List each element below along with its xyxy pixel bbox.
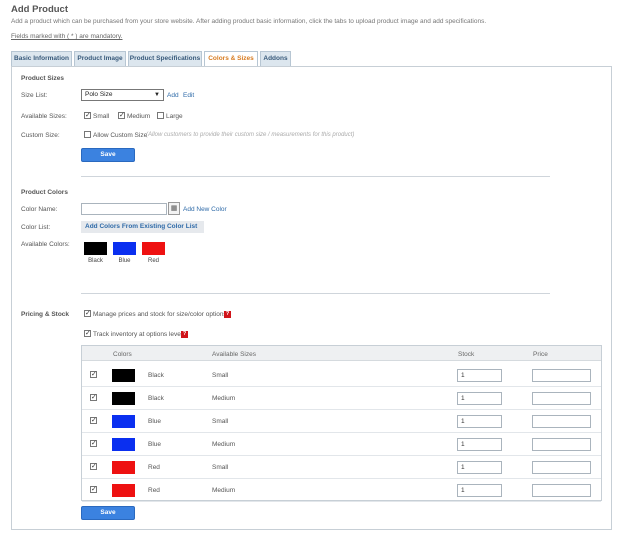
row-checkbox[interactable]: ✓ bbox=[90, 394, 97, 401]
page-title: Add Product bbox=[11, 4, 68, 15]
row-color-swatch bbox=[112, 484, 135, 497]
manage-prices-label: Manage prices and stock for size/color o… bbox=[93, 311, 227, 318]
size-small-checkbox[interactable]: ✓ bbox=[84, 112, 91, 119]
size-list-select[interactable]: Polo Size ▼ bbox=[81, 89, 164, 101]
track-inventory-label: Track inventory at options level bbox=[93, 331, 183, 338]
row-color-swatch bbox=[112, 438, 135, 451]
row-color-name: Red bbox=[148, 464, 160, 471]
col-header-price: Price bbox=[533, 351, 548, 358]
row-color-swatch bbox=[112, 461, 135, 474]
row-size: Small bbox=[212, 464, 229, 471]
row-color-name: Red bbox=[148, 487, 160, 494]
color-picker-icon[interactable]: ▦ bbox=[168, 202, 180, 215]
row-size: Medium bbox=[212, 487, 236, 494]
row-checkbox[interactable]: ✓ bbox=[90, 486, 97, 493]
row-checkbox[interactable]: ✓ bbox=[90, 417, 97, 424]
col-header-stock: Stock bbox=[458, 351, 475, 358]
chevron-down-icon: ▼ bbox=[154, 92, 160, 98]
pricing-stock-heading: Pricing & Stock bbox=[21, 311, 70, 318]
row-price-input[interactable] bbox=[532, 438, 591, 451]
tab-basic-information[interactable]: Basic Information bbox=[11, 51, 72, 67]
row-checkbox[interactable]: ✓ bbox=[90, 440, 97, 447]
size-list-label: Size List: bbox=[21, 92, 48, 99]
options-table-header bbox=[82, 346, 601, 361]
row-size: Small bbox=[212, 372, 229, 379]
divider bbox=[81, 176, 550, 177]
swatch-blue[interactable] bbox=[113, 242, 136, 255]
swatch-red-label: Red bbox=[147, 258, 159, 264]
row-size: Medium bbox=[212, 395, 236, 402]
size-medium-checkbox[interactable]: ✓ bbox=[118, 112, 125, 119]
allow-custom-size-checkbox[interactable] bbox=[84, 131, 91, 138]
row-checkbox[interactable]: ✓ bbox=[90, 371, 97, 378]
size-large-label: Large bbox=[166, 113, 183, 120]
row-price-input[interactable] bbox=[532, 415, 591, 428]
save-sizes-button[interactable]: Save bbox=[81, 148, 135, 162]
row-stock-input[interactable]: 1 bbox=[457, 415, 502, 428]
product-sizes-heading: Product Sizes bbox=[21, 75, 64, 82]
available-colors-label: Available Colors: bbox=[21, 241, 70, 248]
custom-size-label: Custom Size: bbox=[21, 132, 60, 139]
row-checkbox[interactable]: ✓ bbox=[90, 463, 97, 470]
size-large-checkbox[interactable] bbox=[157, 112, 164, 119]
color-list-label: Color List: bbox=[21, 224, 51, 231]
track-inventory-checkbox[interactable]: ✓ bbox=[84, 330, 91, 337]
col-header-colors: Colors bbox=[113, 351, 132, 358]
row-color-swatch bbox=[112, 392, 135, 405]
page-intro: Add a product which can be purchased fro… bbox=[11, 18, 487, 25]
row-price-input[interactable] bbox=[532, 484, 591, 497]
help-icon[interactable]: ? bbox=[224, 311, 231, 318]
swatch-red[interactable] bbox=[142, 242, 165, 255]
row-color-name: Black bbox=[148, 372, 164, 379]
edit-size-list-link[interactable]: Edit bbox=[183, 92, 194, 99]
row-stock-input[interactable]: 1 bbox=[457, 392, 502, 405]
save-pricing-button[interactable]: Save bbox=[81, 506, 135, 520]
row-color-name: Blue bbox=[148, 441, 162, 448]
size-list-value: Polo Size bbox=[85, 91, 113, 98]
manage-prices-checkbox[interactable]: ✓ bbox=[84, 310, 91, 317]
row-stock-input[interactable]: 1 bbox=[457, 461, 502, 474]
tab-addons[interactable]: Addons bbox=[260, 51, 291, 67]
color-name-label: Color Name: bbox=[21, 206, 58, 213]
row-color-swatch bbox=[112, 415, 135, 428]
add-size-list-link[interactable]: Add bbox=[167, 92, 179, 99]
tab-product-image[interactable]: Product Image bbox=[74, 51, 126, 67]
row-stock-input[interactable]: 1 bbox=[457, 369, 502, 382]
mandatory-note: Fields marked with ( * ) are mandatory. bbox=[11, 33, 123, 40]
row-size: Medium bbox=[212, 441, 236, 448]
row-stock-input[interactable]: 1 bbox=[457, 438, 502, 451]
color-name-input[interactable] bbox=[81, 203, 167, 215]
row-color-name: Blue bbox=[148, 418, 162, 425]
row-color-name: Black bbox=[148, 395, 164, 402]
divider bbox=[81, 293, 550, 294]
tab-product-specifications[interactable]: Product Specifications bbox=[128, 51, 202, 67]
swatch-blue-label: Blue bbox=[118, 258, 131, 264]
row-price-input[interactable] bbox=[532, 369, 591, 382]
size-medium-label: Medium bbox=[127, 113, 151, 120]
size-small-label: Small bbox=[93, 113, 110, 120]
row-color-swatch bbox=[112, 369, 135, 382]
row-stock-input[interactable]: 1 bbox=[457, 484, 502, 497]
swatch-black-label: Black bbox=[88, 258, 103, 264]
row-price-input[interactable] bbox=[532, 461, 591, 474]
add-new-color-link[interactable]: Add New Color bbox=[183, 206, 227, 213]
allow-custom-size-hint: (Allow customers to provide their custom… bbox=[146, 132, 355, 138]
col-header-sizes: Available Sizes bbox=[212, 351, 256, 358]
add-existing-colors-button[interactable]: Add Colors From Existing Color List bbox=[81, 221, 204, 233]
row-size: Small bbox=[212, 418, 229, 425]
help-icon[interactable]: ? bbox=[181, 331, 188, 338]
available-sizes-label: Available Sizes: bbox=[21, 113, 67, 120]
product-colors-heading: Product Colors bbox=[21, 189, 68, 196]
swatch-black[interactable] bbox=[84, 242, 107, 255]
allow-custom-size-label: Allow Custom Size bbox=[93, 132, 148, 139]
row-price-input[interactable] bbox=[532, 392, 591, 405]
